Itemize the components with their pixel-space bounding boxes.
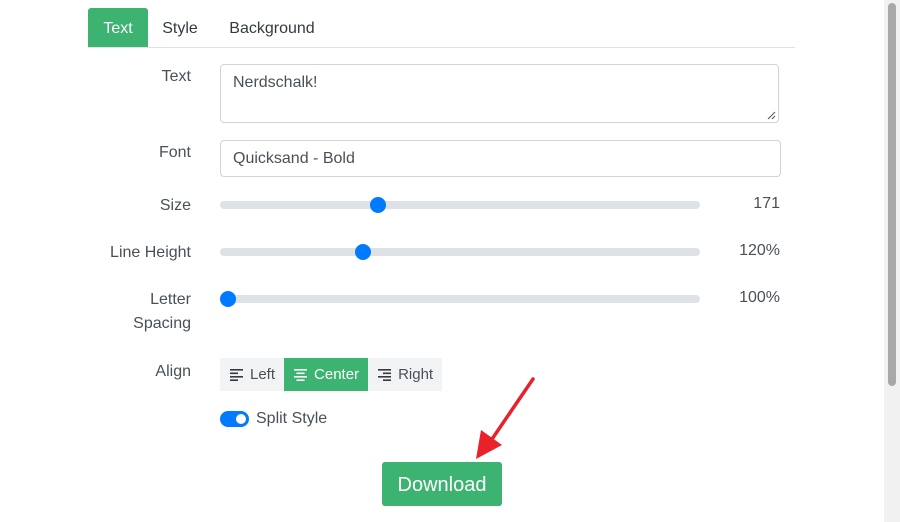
annotation-arrow-icon xyxy=(476,377,535,459)
line-height-value: 120% xyxy=(739,242,780,259)
line-height-slider-thumb[interactable] xyxy=(354,244,371,260)
text-textarea[interactable]: Nerdschalk! xyxy=(220,64,779,123)
letter-spacing-slider-thumb[interactable] xyxy=(220,291,236,307)
line-height-label: Line Height xyxy=(110,244,191,261)
letter-spacing-label-line1: Letter xyxy=(150,291,191,308)
align-left-button[interactable]: Left xyxy=(220,358,285,391)
resize-grip-icon[interactable] xyxy=(767,111,776,120)
align-center-button[interactable]: Center xyxy=(284,358,369,391)
size-slider-thumb[interactable] xyxy=(369,197,386,213)
font-input-value: Quicksand - Bold xyxy=(233,150,355,167)
text-textarea-value: Nerdschalk! xyxy=(233,74,318,91)
download-button[interactable]: Download xyxy=(382,462,502,506)
split-style-label[interactable]: Split Style xyxy=(256,408,327,430)
align-right-label: Right xyxy=(398,366,434,383)
letter-spacing-slider[interactable] xyxy=(220,291,700,307)
line-height-slider[interactable] xyxy=(220,244,700,260)
scrollbar[interactable] xyxy=(884,0,900,522)
letter-spacing-label-line2: Spacing xyxy=(133,315,191,332)
align-right-button[interactable]: Right xyxy=(368,358,443,391)
align-label: Align xyxy=(155,363,191,380)
letter-spacing-value: 100% xyxy=(739,289,780,306)
tab-style[interactable]: Style xyxy=(155,8,205,47)
align-center-icon xyxy=(294,368,308,381)
tab-background[interactable]: Background xyxy=(222,8,322,47)
text-label: Text xyxy=(161,68,191,85)
font-input[interactable]: Quicksand - Bold xyxy=(220,140,781,177)
align-button-group: Left Center Right xyxy=(220,358,443,391)
font-label: Font xyxy=(158,144,191,161)
size-slider[interactable] xyxy=(220,197,700,213)
scrollbar-thumb[interactable] xyxy=(888,3,896,386)
tab-text[interactable]: Text xyxy=(88,8,148,47)
align-right-icon xyxy=(378,368,392,381)
split-style-toggle[interactable] xyxy=(220,411,249,427)
align-center-label: Center xyxy=(314,366,360,383)
align-left-label: Left xyxy=(250,366,276,383)
size-value: 171 xyxy=(753,195,780,212)
tab-bar: Text Style Background xyxy=(88,8,795,48)
align-left-icon xyxy=(230,368,243,381)
size-label: Size xyxy=(159,197,191,214)
toggle-knob xyxy=(236,414,246,424)
